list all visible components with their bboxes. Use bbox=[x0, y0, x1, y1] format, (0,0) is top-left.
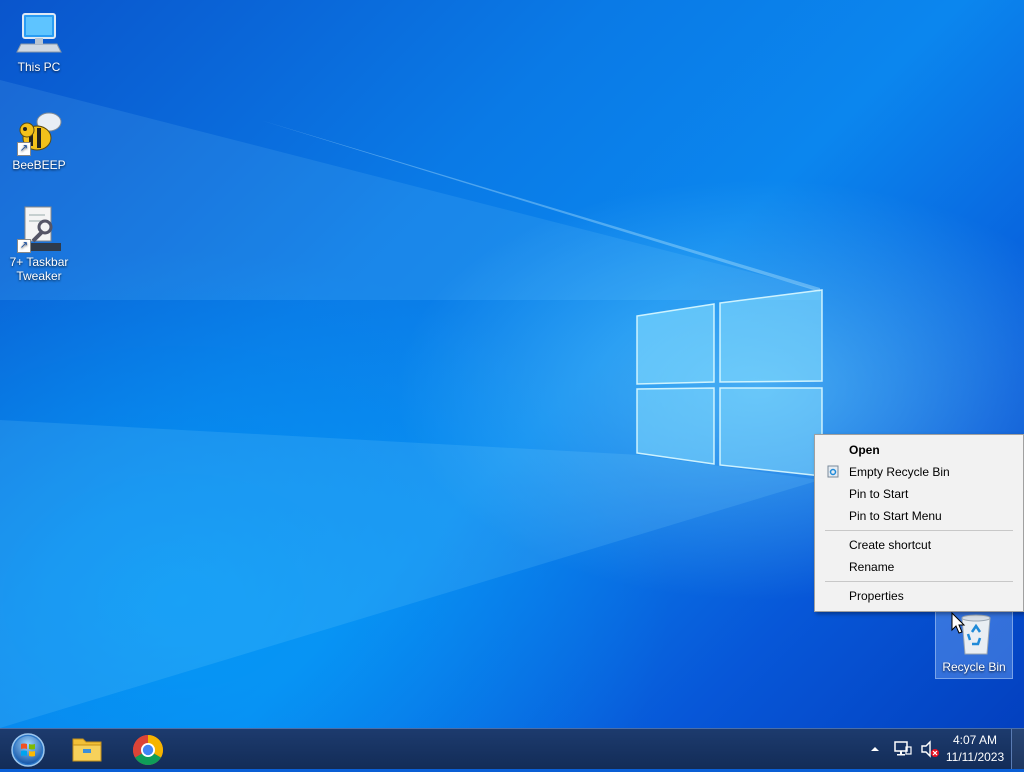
tray-clock[interactable]: 4:07 AM 11/11/2023 bbox=[944, 732, 1006, 766]
mouse-cursor-icon bbox=[951, 612, 966, 634]
shortcut-arrow-icon: ↗ bbox=[17, 239, 31, 253]
chrome-icon bbox=[132, 735, 164, 766]
wallpaper-windows-logo bbox=[636, 289, 823, 477]
desktop-icon-beebeep[interactable]: ↗ BeeBEEP bbox=[1, 108, 77, 172]
menu-item-label: Create shortcut bbox=[849, 538, 932, 552]
menu-item-label: Pin to Start Menu bbox=[849, 509, 942, 523]
menu-item-empty-recycle-bin[interactable]: Empty Recycle Bin bbox=[815, 461, 1023, 483]
recycle-bin-icon bbox=[827, 465, 839, 478]
folder-icon bbox=[72, 738, 102, 762]
menu-item-create-shortcut[interactable]: Create shortcut bbox=[815, 534, 1023, 556]
desktop-icon-taskbar-tweaker[interactable]: ↗ 7+ Taskbar Tweaker bbox=[1, 205, 77, 283]
menu-separator bbox=[825, 530, 1013, 531]
menu-item-pin-to-start[interactable]: Pin to Start bbox=[815, 483, 1023, 505]
windows-orb-icon bbox=[11, 733, 45, 767]
tray-time: 4:07 AM bbox=[952, 733, 998, 747]
taskbar-chrome-button[interactable] bbox=[123, 731, 173, 767]
menu-item-label: Properties bbox=[849, 589, 904, 603]
desktop-icon-label: Recycle Bin bbox=[942, 660, 1006, 674]
menu-item-properties[interactable]: Properties bbox=[815, 585, 1023, 607]
start-button[interactable] bbox=[2, 731, 52, 767]
desktop-icon-this-pc[interactable]: This PC bbox=[1, 10, 77, 74]
volume-muted-icon[interactable] bbox=[920, 739, 940, 759]
menu-separator bbox=[825, 581, 1013, 582]
shortcut-arrow-icon: ↗ bbox=[17, 142, 31, 156]
network-icon[interactable] bbox=[893, 739, 913, 759]
desktop-icon-recycle-bin[interactable]: Recycle Bin bbox=[935, 607, 1013, 679]
desktop[interactable]: This PC ↗ BeeBEEP ↗ 7+ Taskbar Tweaker R… bbox=[0, 0, 1024, 728]
desktop-icon-label: This PC bbox=[17, 60, 61, 74]
menu-item-label: Rename bbox=[849, 560, 895, 574]
menu-item-label: Open bbox=[849, 443, 880, 457]
menu-item-label: Pin to Start bbox=[849, 487, 909, 501]
chevron-up-icon[interactable] bbox=[869, 743, 881, 755]
taskbar-file-explorer-button[interactable] bbox=[62, 731, 112, 767]
tray-date: 11/11/2023 bbox=[945, 750, 1005, 764]
menu-item-rename[interactable]: Rename bbox=[815, 556, 1023, 578]
menu-item-label: Empty Recycle Bin bbox=[849, 465, 950, 479]
taskbar: 4:07 AM 11/11/2023 bbox=[0, 728, 1024, 769]
menu-item-open[interactable]: Open bbox=[815, 439, 1023, 461]
wallpaper-beams bbox=[0, 80, 820, 728]
computer-icon bbox=[16, 13, 62, 53]
context-menu: Open Empty Recycle Bin Pin to Start Pin … bbox=[814, 434, 1024, 612]
desktop-icon-label: BeeBEEP bbox=[12, 158, 66, 172]
menu-item-pin-to-start-menu[interactable]: Pin to Start Menu bbox=[815, 505, 1023, 527]
show-desktop-button[interactable] bbox=[1011, 729, 1024, 769]
desktop-icon-label: 7+ Taskbar Tweaker bbox=[9, 255, 69, 283]
